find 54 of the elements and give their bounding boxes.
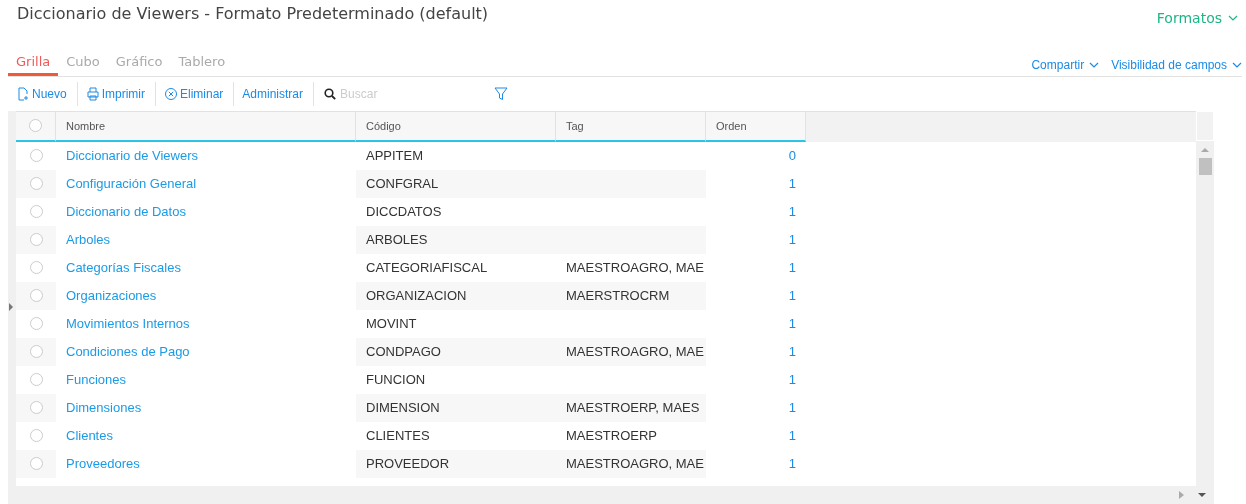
column-header[interactable]: Tag — [556, 111, 706, 142]
code-cell: CONFGRAL — [356, 169, 556, 198]
code-cell: ARBOLES — [356, 225, 556, 254]
row-select-radio[interactable] — [29, 233, 43, 247]
chevron-down-icon — [1228, 15, 1238, 21]
row-select-radio[interactable] — [29, 345, 43, 359]
filter-icon[interactable] — [494, 86, 509, 101]
expand-arrow-icon[interactable] — [9, 302, 13, 311]
printer-icon — [85, 86, 100, 101]
tag-cell: MAESTROERP, MAES — [556, 393, 706, 422]
row-select-radio[interactable] — [29, 401, 43, 415]
column-header[interactable]: Código — [356, 111, 556, 142]
scroll-up-icon[interactable] — [1201, 146, 1209, 152]
row-select-radio[interactable] — [29, 429, 43, 443]
tag-cell: MAERSTROCRM — [556, 281, 706, 310]
new-document-icon — [16, 86, 30, 101]
horizontal-scrollbar[interactable] — [16, 486, 1214, 504]
row-select-radio[interactable] — [29, 317, 43, 331]
toolbar-button[interactable]: Eliminar — [156, 81, 235, 106]
column-header[interactable]: Orden — [706, 111, 806, 142]
toolbar-button[interactable]: Administrar — [234, 81, 315, 106]
chevron-down-icon — [1089, 61, 1100, 68]
row-select-radio[interactable] — [29, 177, 43, 191]
dropdown-menu[interactable]: Visibilidad de campos — [1111, 57, 1242, 72]
row-select-radio[interactable] — [29, 261, 43, 275]
toolbar-button[interactable]: Imprimir — [77, 81, 156, 106]
search-icon — [324, 87, 337, 100]
scroll-right-icon[interactable] — [1179, 491, 1184, 499]
page-title: Diccionario de Viewers - Formato Predeterminado (default) — [17, 4, 489, 23]
tag-cell: MAESTROAGRO, MAE — [556, 337, 706, 366]
row-select-radio[interactable] — [29, 457, 43, 471]
view-tab[interactable]: Grilla — [8, 53, 59, 76]
select-all-radio[interactable] — [29, 119, 42, 133]
chevron-down-icon — [1232, 61, 1242, 68]
code-cell: ORGANIZACION — [356, 281, 556, 310]
delete-icon — [164, 86, 178, 101]
toolbar-button[interactable]: Nuevo — [8, 81, 78, 106]
code-cell: DIMENSION — [356, 393, 556, 422]
view-tab[interactable]: Tablero — [170, 53, 234, 76]
code-cell: PROVEEDOR — [356, 449, 556, 478]
view-tab[interactable]: Gráfico — [107, 53, 171, 76]
row-select-radio[interactable] — [29, 205, 43, 219]
column-header[interactable]: Nombre — [56, 111, 356, 142]
vertical-scrollbar[interactable] — [1196, 140, 1214, 486]
row-select-radio[interactable] — [29, 149, 43, 163]
row-select-radio[interactable] — [29, 289, 43, 303]
row-select-radio[interactable] — [29, 373, 43, 387]
code-cell: CONDPAGO — [356, 337, 556, 366]
scroll-thumb[interactable] — [1198, 157, 1212, 175]
dropdown-menu[interactable]: Compartir — [1031, 57, 1100, 72]
tag-cell: MAESTROAGRO, MAE — [556, 449, 706, 478]
formats-menu[interactable]: Formatos — [1156, 10, 1238, 26]
scroll-down-icon[interactable] — [1198, 492, 1206, 498]
view-tab[interactable]: Cubo — [58, 53, 108, 76]
